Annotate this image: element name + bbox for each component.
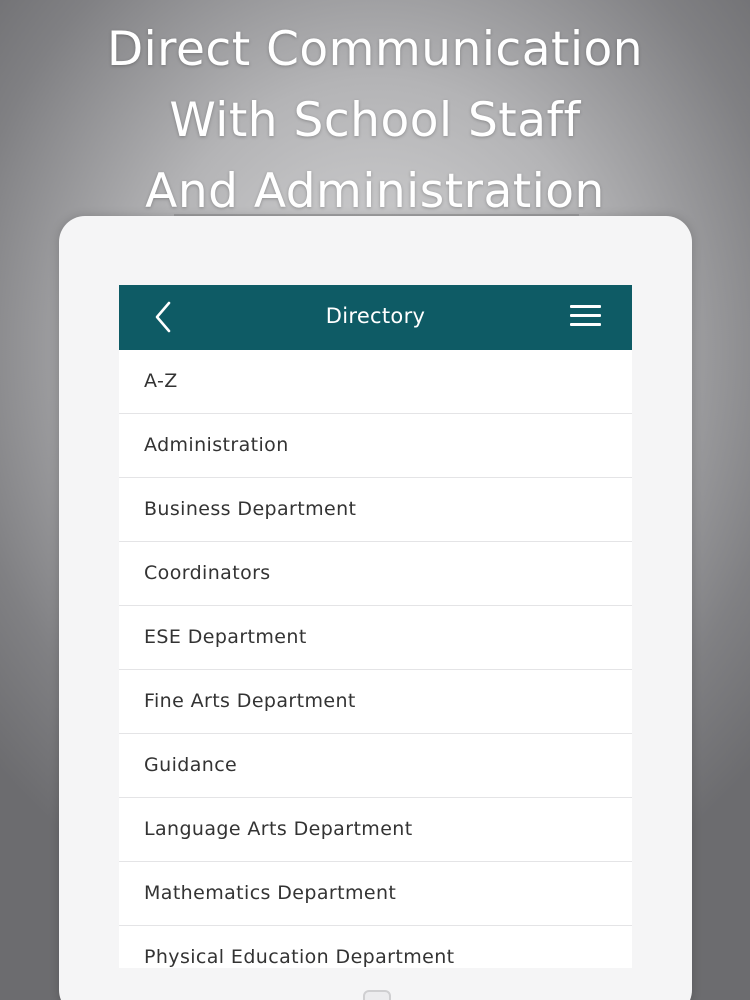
menu-button[interactable] [568,302,604,332]
list-item-business-department[interactable]: Business Department [119,478,632,542]
list-item-ese-department[interactable]: ESE Department [119,606,632,670]
tablet-home-button [363,990,391,1000]
promo-headline-line-1: Direct Communication [106,22,644,77]
list-item-coordinators[interactable]: Coordinators [119,542,632,606]
list-item-fine-arts-department[interactable]: Fine Arts Department [119,670,632,734]
list-item-guidance[interactable]: Guidance [119,734,632,798]
app-screen: Directory A-Z Administration Business De… [119,285,632,968]
hamburger-menu-icon [570,305,601,308]
hamburger-menu-icon [570,314,601,317]
promo-headline-line-2: With School Staff [169,93,581,148]
hamburger-menu-icon [570,323,601,326]
page-title: Directory [325,304,426,328]
list-item-administration[interactable]: Administration [119,414,632,478]
promo-headline: Direct Communication With School Staff A… [0,14,750,227]
list-item-a-z[interactable]: A-Z [119,350,632,414]
list-item-language-arts-department[interactable]: Language Arts Department [119,798,632,862]
list-item-mathematics-department[interactable]: Mathematics Department [119,862,632,926]
list-item-physical-education-department[interactable]: Physical Education Department [119,926,632,968]
back-button[interactable] [149,299,179,335]
chevron-left-icon [155,301,171,333]
directory-list: A-Z Administration Business Department C… [119,350,632,968]
app-header: Directory [119,285,632,350]
